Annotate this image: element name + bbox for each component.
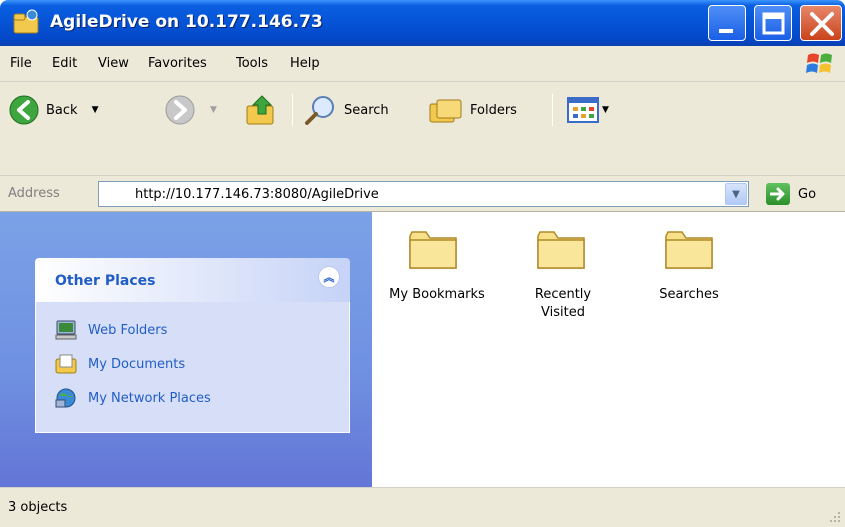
search-icon xyxy=(305,96,334,125)
maximize-icon xyxy=(762,12,785,35)
sidebar-item-network-places[interactable]: My Network Places xyxy=(54,386,211,410)
status-bar: 3 objects xyxy=(0,487,845,527)
folder-label: My Bookmarks xyxy=(389,287,485,302)
network-places-icon xyxy=(55,388,76,408)
views-button[interactable]: ▼ xyxy=(566,94,609,126)
folder-icon xyxy=(665,231,713,269)
other-places-panel: Other Places ︽ Web Folders My Documents xyxy=(35,258,350,433)
search-label: Search xyxy=(344,102,389,118)
sidebar-item-label: My Network Places xyxy=(88,390,211,406)
menu-edit[interactable]: Edit xyxy=(52,56,77,71)
forward-dropdown-icon[interactable]: ▼ xyxy=(210,105,217,115)
address-dropdown-button[interactable]: ▼ xyxy=(725,183,747,205)
web-folders-icon xyxy=(55,320,77,340)
folders-label: Folders xyxy=(470,102,517,118)
go-button[interactable]: Go xyxy=(766,182,816,206)
go-arrow-icon xyxy=(766,183,790,205)
minimize-icon xyxy=(719,29,733,33)
menu-help[interactable]: Help xyxy=(290,56,320,71)
forward-button[interactable]: ▼ xyxy=(164,94,217,126)
views-icon xyxy=(567,97,599,123)
windows-logo-icon xyxy=(806,53,832,73)
forward-arrow-icon xyxy=(165,95,195,125)
title-bar[interactable]: AgileDrive on 10.177.146.73 xyxy=(0,0,845,46)
folder-icon xyxy=(537,231,585,269)
search-button[interactable]: Search xyxy=(304,94,389,126)
file-list: My Bookmarks Recently Visited Searches xyxy=(372,212,845,487)
up-folder-button[interactable] xyxy=(244,94,278,126)
agiledrive-icon xyxy=(13,9,39,34)
views-dropdown-icon[interactable]: ▼ xyxy=(602,105,609,115)
back-dropdown-icon[interactable]: ▼ xyxy=(92,105,99,115)
menu-favorites[interactable]: Favorites xyxy=(148,56,207,71)
other-places-title: Other Places xyxy=(55,273,156,289)
maximize-button[interactable] xyxy=(754,5,792,41)
back-arrow-icon xyxy=(9,95,39,125)
menu-tools[interactable]: Tools xyxy=(236,56,268,71)
close-button[interactable] xyxy=(800,5,842,41)
other-places-body: Web Folders My Documents My Network Plac… xyxy=(35,302,350,433)
go-label: Go xyxy=(798,186,817,202)
other-places-header[interactable]: Other Places ︽ xyxy=(35,258,350,302)
sidebar-item-label: Web Folders xyxy=(88,322,168,338)
collapse-icon[interactable]: ︽ xyxy=(318,266,340,288)
menu-bar: File Edit View Favorites Tools Help xyxy=(0,46,845,82)
up-folder-icon xyxy=(246,95,274,125)
address-value: http://10.177.146.73:8080/AgileDrive xyxy=(135,186,379,202)
close-icon xyxy=(810,12,834,36)
task-pane: Other Places ︽ Web Folders My Documents xyxy=(0,212,372,487)
folder-label: Recently Visited xyxy=(534,287,592,320)
status-text: 3 objects xyxy=(8,500,68,515)
sidebar-item-my-documents[interactable]: My Documents xyxy=(54,352,185,376)
sidebar-item-web-folders[interactable]: Web Folders xyxy=(54,318,167,342)
toolbar: Back ▼ ▼ Search Folders ▼ xyxy=(0,82,845,176)
address-label: Address xyxy=(8,186,60,201)
my-documents-icon xyxy=(55,354,77,374)
minimize-button[interactable] xyxy=(708,5,746,41)
toolbar-separator xyxy=(292,94,293,126)
folders-icon xyxy=(429,99,462,123)
sidebar-item-label: My Documents xyxy=(88,356,186,372)
window-title: AgileDrive on 10.177.146.73 xyxy=(50,12,323,32)
resize-grip-icon[interactable] xyxy=(829,511,841,523)
back-label: Back xyxy=(46,102,78,118)
menu-view[interactable]: View xyxy=(98,56,129,71)
chevron-down-icon: ▼ xyxy=(732,188,740,200)
folder-icon xyxy=(409,231,457,269)
toolbar-separator xyxy=(552,94,553,126)
folder-label: Searches xyxy=(659,287,719,302)
address-input[interactable]: http://10.177.146.73:8080/AgileDrive ▼ xyxy=(98,181,749,207)
address-bar: Address http://10.177.146.73:8080/AgileD… xyxy=(0,176,845,212)
menu-file[interactable]: File xyxy=(10,56,32,71)
back-button[interactable]: Back ▼ xyxy=(8,94,98,126)
folders-button[interactable]: Folders xyxy=(428,94,517,126)
